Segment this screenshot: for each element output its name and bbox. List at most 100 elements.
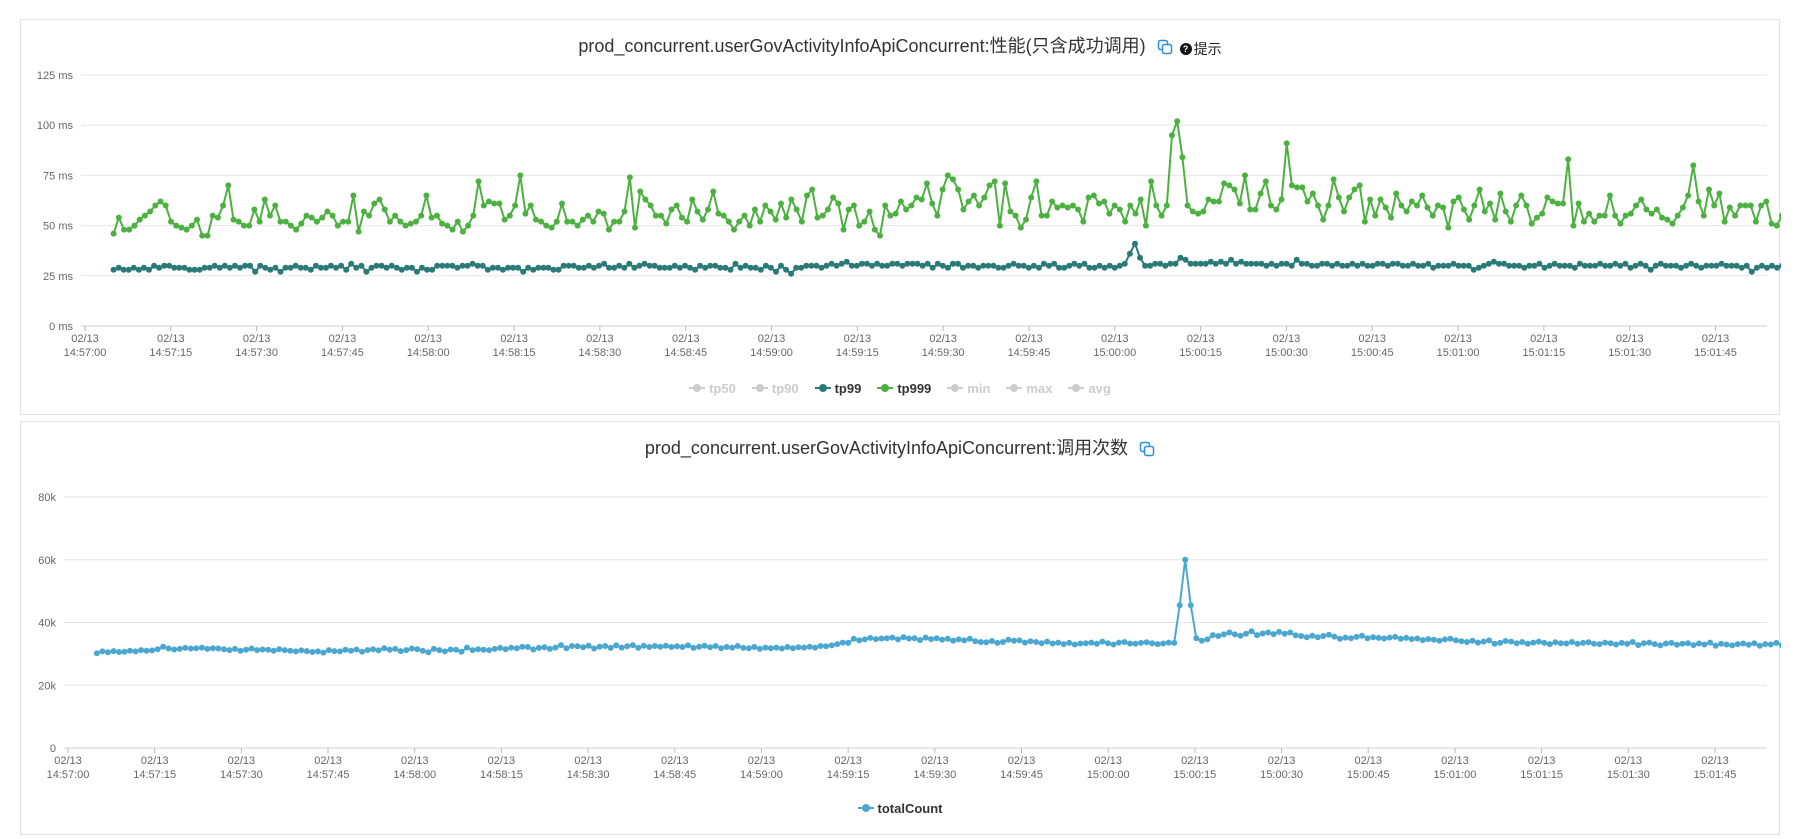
- data-point-totalCount: [1690, 642, 1697, 649]
- data-point-tp99: [1040, 260, 1047, 267]
- legend-item-tp99[interactable]: tp99: [814, 381, 861, 396]
- data-point-tp999: [809, 186, 816, 193]
- data-point-totalCount: [1679, 640, 1686, 647]
- data-point-totalCount: [999, 639, 1006, 645]
- data-point-tp99: [1202, 260, 1209, 267]
- data-point-totalCount: [1209, 632, 1216, 639]
- legend-symbol: [1006, 384, 1023, 392]
- data-point-totalCount: [1452, 637, 1459, 644]
- data-point-totalCount: [828, 642, 835, 649]
- data-point-tp999: [887, 212, 894, 219]
- legend-item-tp999[interactable]: tp999: [877, 381, 931, 396]
- data-point-tp999: [1075, 206, 1082, 213]
- data-point-tp999: [261, 196, 268, 203]
- data-point-tp99: [616, 262, 623, 269]
- data-point-totalCount: [331, 648, 338, 655]
- data-point-tp999: [1341, 208, 1347, 215]
- legend-item-avg[interactable]: avg: [1068, 381, 1111, 396]
- data-point-tp999: [428, 214, 435, 221]
- data-point-tp99: [479, 262, 486, 269]
- data-point-tp99: [641, 260, 648, 267]
- data-point-tp99: [226, 264, 233, 271]
- data-point-totalCount: [1281, 630, 1288, 637]
- data-point-totalCount: [292, 648, 299, 655]
- data-point-tp999: [1335, 194, 1342, 201]
- data-point-totalCount: [834, 641, 841, 648]
- data-point-tp99: [1283, 260, 1290, 267]
- data-point-tp99: [783, 266, 790, 273]
- data-point-tp99: [687, 264, 693, 271]
- x-tick-label: 02/13 14:57:15: [133, 755, 176, 781]
- data-point-totalCount: [850, 635, 857, 642]
- data-point-tp999: [360, 208, 367, 215]
- data-point-tp999: [1017, 224, 1024, 231]
- data-point-tp999: [1330, 176, 1337, 183]
- data-point-totalCount: [143, 647, 150, 654]
- data-point-totalCount: [386, 646, 393, 653]
- data-point-totalCount: [1668, 639, 1675, 646]
- data-point-totalCount: [215, 645, 222, 652]
- data-point-tp999: [1429, 212, 1436, 219]
- data-point-totalCount: [806, 643, 813, 650]
- data-point-tp99: [773, 268, 779, 275]
- data-point-totalCount: [1386, 634, 1393, 641]
- data-point-totalCount: [497, 644, 504, 651]
- data-point-totalCount: [1430, 636, 1437, 643]
- data-point-totalCount: [1359, 632, 1365, 639]
- data-point-totalCount: [1093, 640, 1100, 647]
- data-point-tp999: [1580, 218, 1587, 225]
- data-point-tp999: [1294, 184, 1301, 191]
- y-tick-label: 40k: [38, 618, 56, 630]
- data-point-totalCount: [1701, 641, 1708, 648]
- data-point-totalCount: [1320, 633, 1327, 639]
- data-point-tp99: [1647, 266, 1654, 273]
- data-point-tp999: [433, 212, 440, 219]
- data-point-totalCount: [839, 639, 846, 646]
- data-point-tp999: [251, 206, 258, 213]
- data-point-totalCount: [1646, 639, 1653, 646]
- data-point-totalCount: [1464, 639, 1470, 645]
- data-point-tp99: [601, 260, 608, 267]
- data-point-tp99: [307, 266, 314, 273]
- legend-item-tp90[interactable]: tp90: [751, 381, 799, 396]
- data-point-totalCount: [1607, 640, 1614, 647]
- data-point-tp99: [869, 262, 875, 269]
- data-point-tp999: [131, 222, 138, 229]
- data-point-tp99: [742, 262, 749, 269]
- y-tick-label: 125 ms: [37, 70, 74, 82]
- data-point-totalCount: [99, 648, 106, 655]
- data-point-tp999: [767, 208, 774, 215]
- data-point-tp99: [1126, 250, 1133, 257]
- data-point-totalCount: [1038, 640, 1045, 647]
- data-point-tp999: [981, 194, 988, 201]
- data-point-totalCount: [784, 644, 791, 650]
- data-point-tp99: [1132, 240, 1138, 247]
- data-point-tp99: [343, 266, 350, 273]
- data-point-totalCount: [1060, 641, 1067, 648]
- legend-item-min[interactable]: min: [947, 381, 990, 396]
- legend-item-tp50[interactable]: tp50: [689, 381, 736, 396]
- legend-symbol: [814, 384, 831, 392]
- data-point-tp999: [1012, 212, 1019, 219]
- data-point-totalCount: [1353, 633, 1360, 640]
- data-point-tp999: [115, 214, 122, 221]
- data-point-tp99: [1748, 268, 1755, 275]
- data-point-tp999: [866, 208, 873, 215]
- data-point-tp999: [1507, 218, 1514, 225]
- data-point-totalCount: [1524, 640, 1531, 647]
- data-point-totalCount: [1226, 629, 1233, 636]
- data-point-totalCount: [104, 649, 111, 656]
- data-point-totalCount: [491, 645, 498, 652]
- x-tick-label: 02/13 14:59:15: [836, 333, 879, 359]
- data-point-tp999: [345, 218, 352, 225]
- legend-item-max[interactable]: max: [1006, 381, 1052, 396]
- data-point-tp99: [398, 266, 405, 273]
- legend-item-totalCount[interactable]: totalCount: [857, 801, 942, 816]
- data-point-tp999: [1758, 202, 1765, 209]
- series-line-tp999[interactable]: [112, 120, 1781, 237]
- data-point-tp999: [298, 220, 305, 227]
- data-point-tp999: [256, 218, 263, 225]
- y-tick-label: 0 ms: [49, 321, 73, 333]
- data-point-tp999: [731, 226, 737, 233]
- legend-label: max: [1026, 380, 1053, 396]
